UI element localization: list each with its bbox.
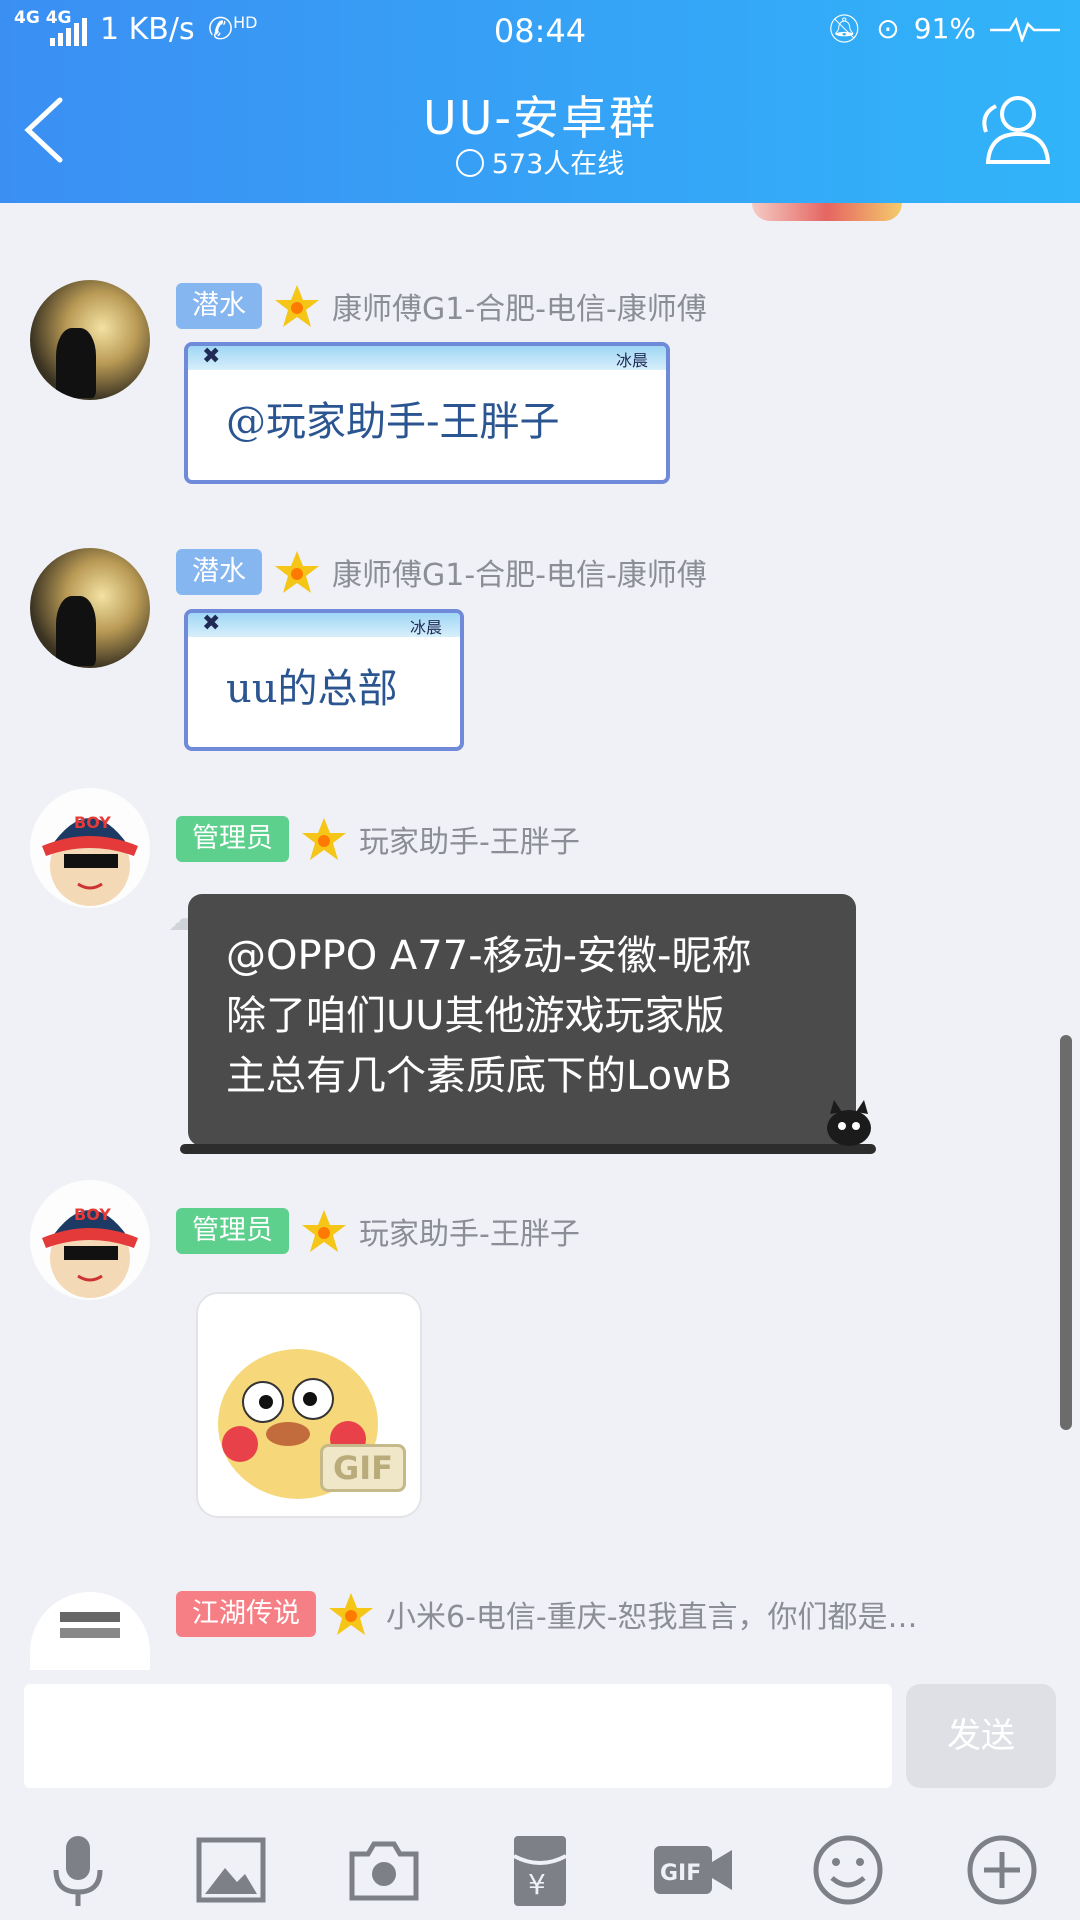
message-input[interactable] xyxy=(24,1684,892,1788)
avatar[interactable] xyxy=(30,548,150,668)
camera-icon[interactable] xyxy=(344,1830,424,1910)
message-meta: 潜水 康师傅G1-合肥-电信-康师傅 xyxy=(176,548,707,596)
message-meta: 管理员 玩家助手-王胖子 xyxy=(176,815,580,863)
bubble-shadow xyxy=(180,1144,876,1154)
close-icon: ✖ xyxy=(202,611,221,636)
bubble-brand: 冰晨 xyxy=(409,618,442,637)
star-level-icon xyxy=(275,551,319,593)
message-text-line: 除了咱们UU其他游戏玩家版 xyxy=(226,993,725,1039)
boy-cap-avatar-icon: BOY xyxy=(42,1205,138,1298)
emoji-icon[interactable] xyxy=(808,1830,888,1910)
message-bubble[interactable]: @OPPO A77-移动-安徽-昵称 除了咱们UU其他游戏玩家版 主总有几个素质… xyxy=(180,894,876,1154)
message-text-line: 主总有几个素质底下的LowB xyxy=(226,1053,733,1099)
member-rank-badge: 潜水 xyxy=(176,283,262,329)
star-level-icon xyxy=(329,1593,373,1635)
svg-text:BOY: BOY xyxy=(74,1205,111,1224)
svg-text:GIF: GIF xyxy=(660,1861,701,1886)
input-toolbar: ¥ GIF xyxy=(0,1820,1080,1920)
devil-cat-icon xyxy=(827,1100,871,1146)
message-meta: 管理员 玩家助手-王胖子 xyxy=(176,1207,580,1255)
bubble-titlebar: ✖ 冰晨 xyxy=(188,613,460,637)
gif-label: GIF xyxy=(320,1444,407,1492)
admin-badge: 管理员 xyxy=(176,1208,289,1254)
plus-icon[interactable] xyxy=(962,1830,1042,1910)
online-status-icon xyxy=(455,149,484,177)
avatar[interactable] xyxy=(30,1592,150,1670)
gif-sticker[interactable]: GIF xyxy=(196,1292,422,1518)
sender-nickname[interactable]: 康师傅G1-合肥-电信-康师傅 xyxy=(332,284,707,328)
sender-nickname[interactable]: 康师傅G1-合肥-电信-康师傅 xyxy=(332,550,707,594)
rotation-lock-icon: ⊙ xyxy=(876,12,900,45)
status-bar: 4G 4G 1 KB/s ✆HD 08:44 🔕︎ ⊙ 91% xyxy=(0,8,1080,54)
boy-cap-avatar-icon: BOY xyxy=(42,813,138,906)
star-level-icon xyxy=(302,1210,346,1252)
bubble-titlebar: ✖ 冰晨 xyxy=(188,346,666,370)
admin-badge: 管理员 xyxy=(176,816,289,862)
avatar[interactable] xyxy=(30,280,150,400)
avatar-detail xyxy=(60,1628,120,1638)
battery-level: 91% xyxy=(913,12,976,45)
message-bubble[interactable]: ✖ 冰晨 @玩家助手-王胖子 xyxy=(184,342,670,484)
message-text: uu的总部 xyxy=(226,666,398,712)
message-bubble[interactable]: ✖ 冰晨 uu的总部 xyxy=(184,609,464,751)
message-meta: 潜水 康师傅G1-合肥-电信-康师傅 xyxy=(176,282,707,330)
message-text-line: @OPPO A77-移动-安徽-昵称 xyxy=(226,933,752,979)
header: 4G 4G 1 KB/s ✆HD 08:44 🔕︎ ⊙ 91% UU-安卓群 5… xyxy=(0,0,1080,203)
image-icon[interactable] xyxy=(191,1830,271,1910)
pulse-icon xyxy=(990,16,1060,42)
send-button[interactable]: 发送 xyxy=(906,1684,1056,1788)
avatar[interactable]: BOY xyxy=(30,788,150,908)
festive-decoration xyxy=(752,203,902,221)
close-icon: ✖ xyxy=(202,344,221,369)
online-count[interactable]: 573人在线 xyxy=(0,142,1080,181)
gif-video-icon[interactable]: GIF xyxy=(652,1830,734,1910)
group-title: UU-安卓群 xyxy=(423,91,657,145)
star-level-icon xyxy=(275,285,319,327)
group-members-icon[interactable] xyxy=(976,92,1052,164)
mute-bell-icon: 🔕︎ xyxy=(826,12,863,45)
member-rank-badge: 潜水 xyxy=(176,549,262,595)
svg-text:BOY: BOY xyxy=(74,813,111,832)
message-meta: 江湖传说 小米6-电信-重庆-恕我直言，你们都是… xyxy=(176,1590,918,1638)
member-rank-badge: 江湖传说 xyxy=(176,1591,316,1637)
composer: 发送 ¥ GIF xyxy=(0,1670,1080,1920)
microphone-icon[interactable] xyxy=(38,1830,118,1910)
sender-nickname[interactable]: 小米6-电信-重庆-恕我直言，你们都是… xyxy=(386,1592,918,1636)
bubble-brand: 冰晨 xyxy=(615,351,648,370)
sender-nickname[interactable]: 玩家助手-王胖子 xyxy=(359,1209,580,1253)
avatar-detail xyxy=(60,1612,120,1622)
avatar[interactable]: BOY xyxy=(30,1180,150,1300)
svg-text:¥: ¥ xyxy=(528,1868,546,1901)
star-level-icon xyxy=(302,818,346,860)
scrollbar[interactable] xyxy=(1060,1035,1072,1430)
red-packet-icon[interactable]: ¥ xyxy=(500,1830,580,1910)
sender-nickname[interactable]: 玩家助手-王胖子 xyxy=(359,817,580,861)
message-text: @玩家助手-王胖子 xyxy=(226,399,560,445)
